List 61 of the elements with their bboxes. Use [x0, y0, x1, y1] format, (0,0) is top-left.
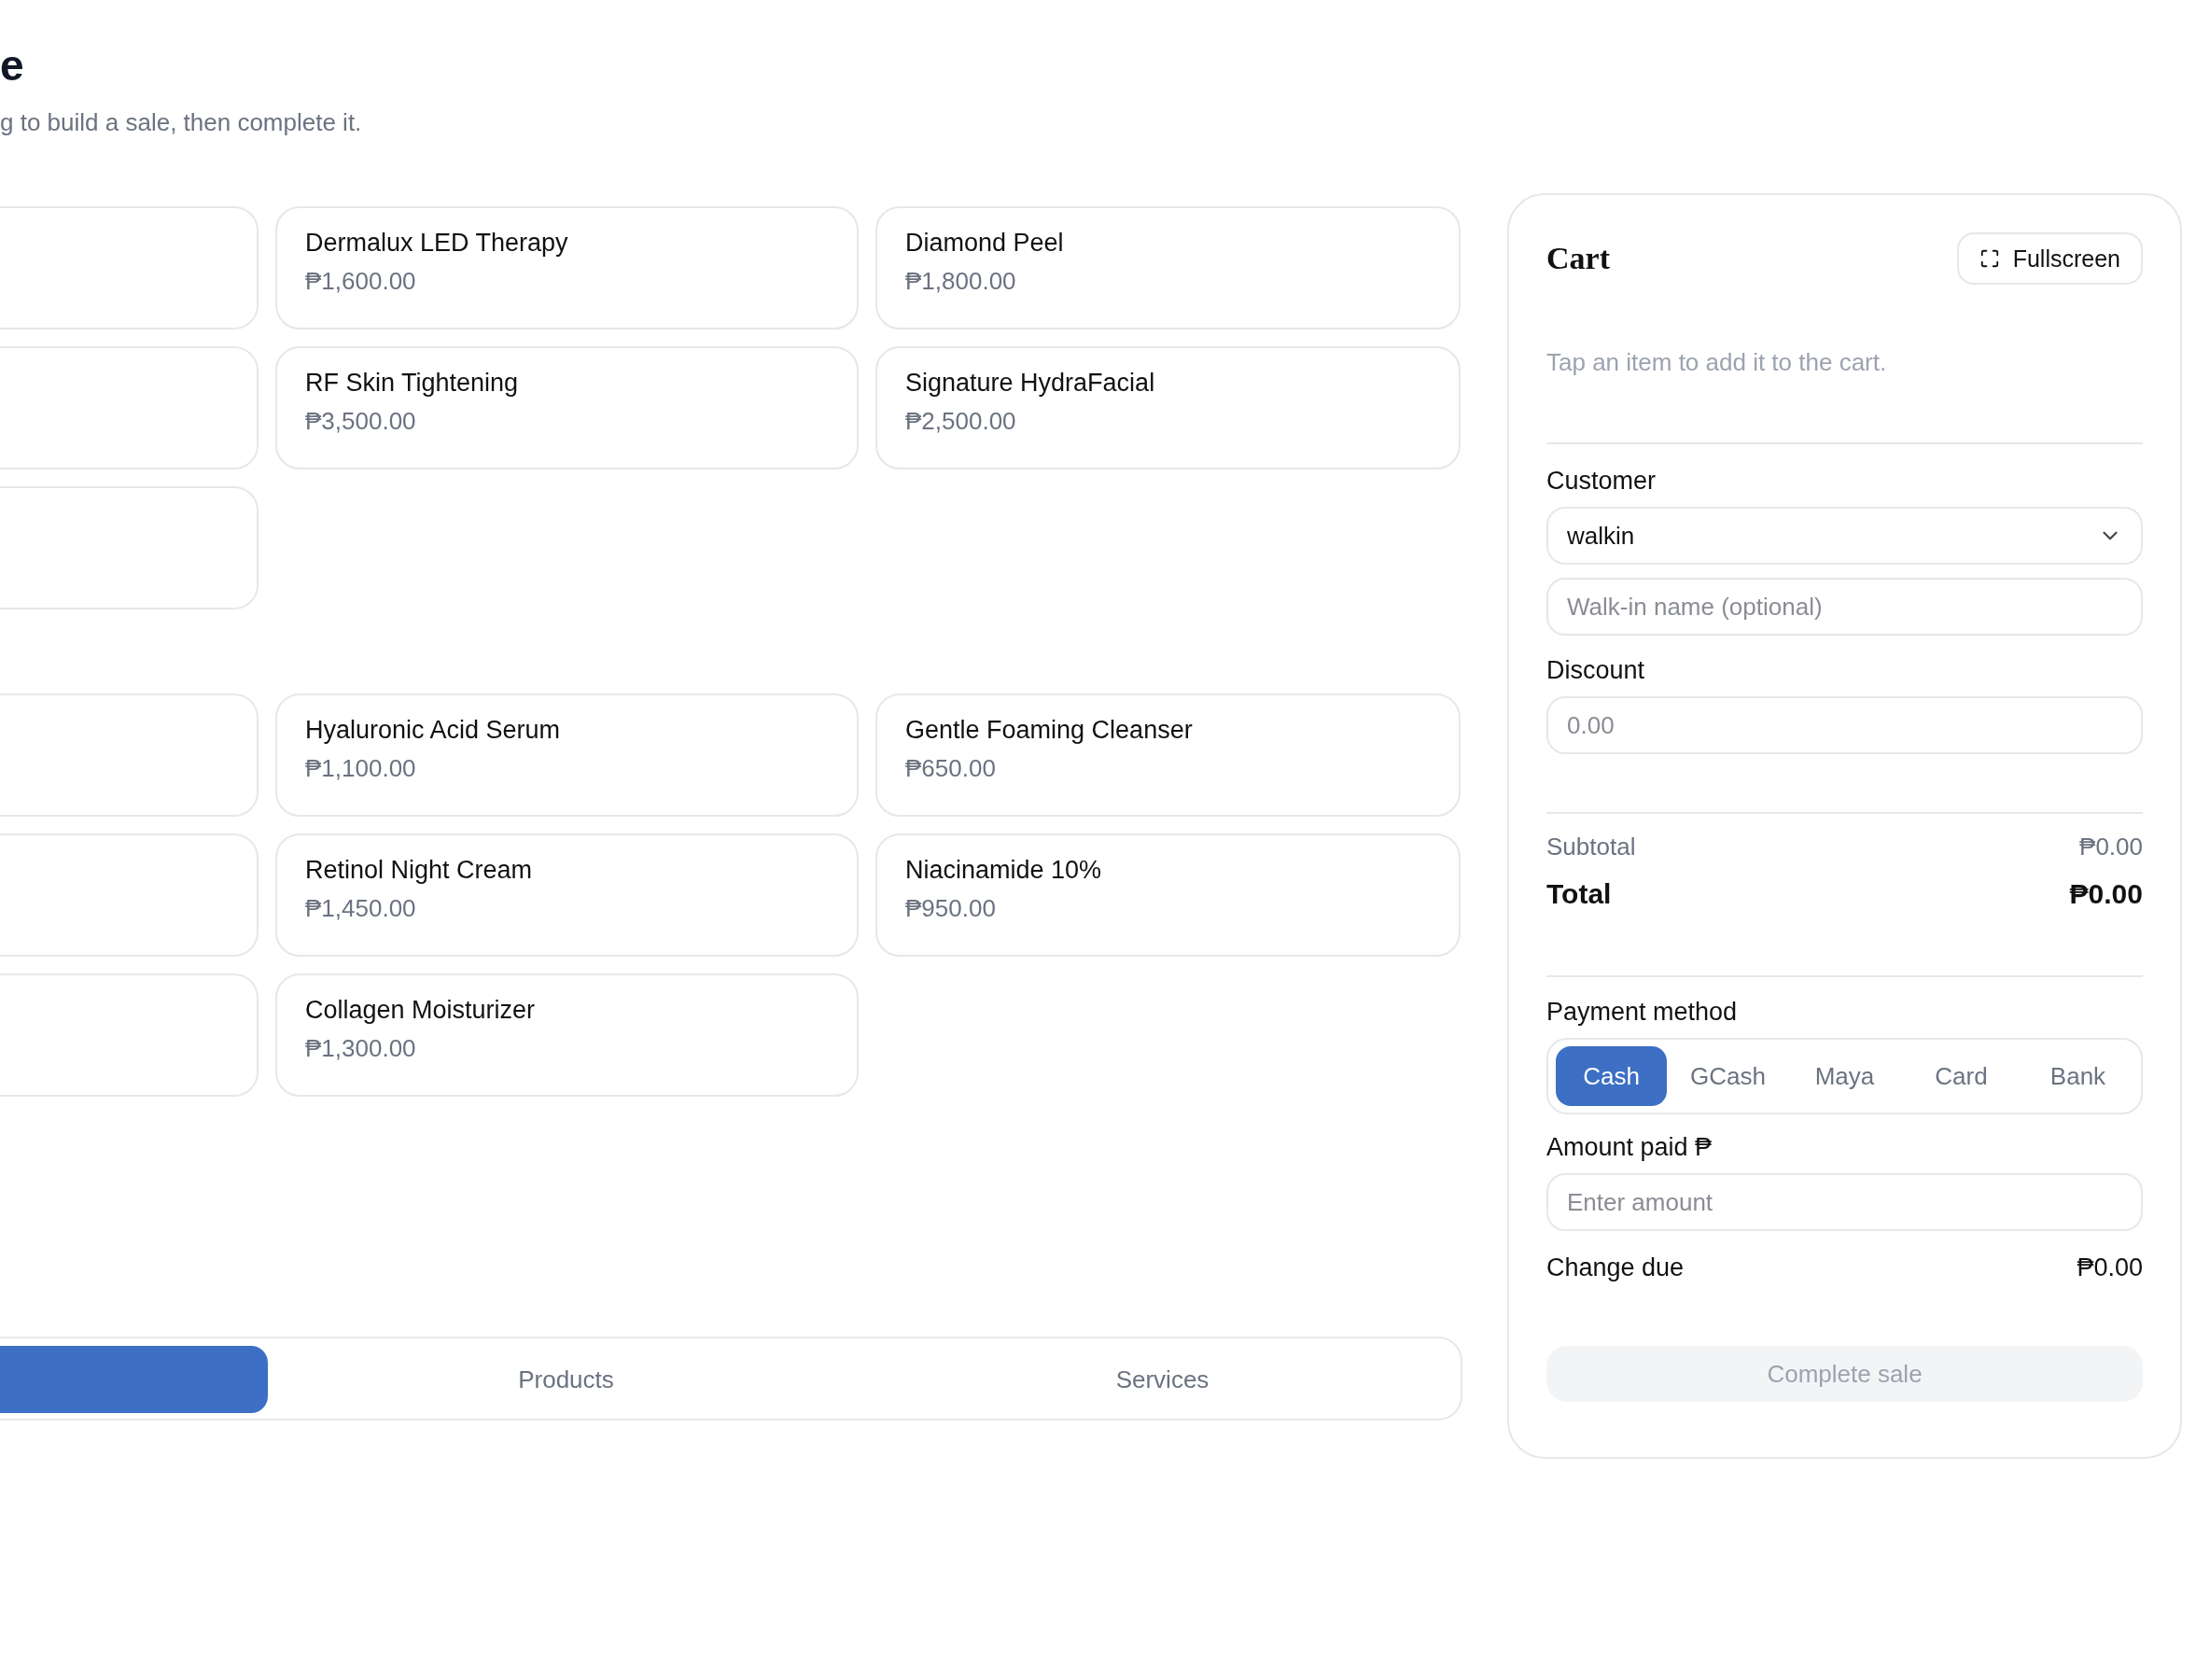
item-card[interactable]: Hyaluronic Acid Serum ₱1,100.00 — [275, 693, 859, 817]
fullscreen-button[interactable]: Fullscreen — [1956, 232, 2143, 285]
empty-cart-message: Tap an item to add it to the cart. — [1546, 348, 1888, 377]
item-card[interactable]: Retinol Night Cream ₱1,450.00 — [275, 833, 859, 957]
amount-paid-field[interactable]: Enter amount — [1546, 1173, 2143, 1231]
item-price: ₱950.00 — [905, 894, 997, 923]
category-tab[interactable]: Services — [864, 1346, 1461, 1413]
item-price: ₱1,600.00 — [305, 267, 417, 296]
item-name: Collagen Moisturizer — [305, 996, 537, 1025]
page-title: e — [0, 40, 25, 91]
change-due-label: Change due — [1546, 1253, 1685, 1282]
item-card[interactable]: RF Skin Tightening ₱3,500.00 — [275, 346, 859, 469]
item-card[interactable]: Niacinamide 10% ₱950.00 — [875, 833, 1461, 957]
amount-paid-label: Amount paid ₱ — [1546, 1133, 1713, 1162]
change-due-value: ₱0.00 — [2077, 1253, 2143, 1282]
payment-method-option[interactable]: Maya — [1789, 1046, 1900, 1106]
walk-in-name-field[interactable]: Walk-in name (optional) — [1546, 578, 2143, 636]
item-price: ₱1,300.00 — [305, 1034, 417, 1063]
item-name: Signature HydraFacial — [905, 369, 1156, 398]
payment-method-option[interactable]: Card — [1906, 1046, 2017, 1106]
subtotal-label: Subtotal — [1546, 833, 1636, 861]
item-name: Retinol Night Cream — [305, 856, 534, 885]
discount-field[interactable]: 0.00 — [1546, 696, 2143, 754]
item-card[interactable]: Diamond Peel ₱1,800.00 — [875, 206, 1461, 329]
expand-icon — [1979, 248, 2000, 269]
item-price: ₱1,100.00 — [305, 754, 417, 783]
payment-method-option[interactable]: GCash — [1672, 1046, 1783, 1106]
item-name: Dermalux LED Therapy — [305, 229, 569, 258]
page-subtitle: g to build a sale, then complete it. — [0, 107, 363, 138]
item-price: ₱2,500.00 — [905, 407, 1017, 436]
item-price: ₱1,450.00 — [305, 894, 417, 923]
discount-label: Discount — [1546, 656, 1646, 685]
item-name: Hyaluronic Acid Serum — [305, 716, 562, 745]
item-card[interactable] — [0, 693, 259, 817]
total-value: ₱0.00 — [2069, 878, 2143, 910]
cart-title: Cart — [1546, 241, 1610, 276]
item-name: Gentle Foaming Cleanser — [905, 716, 1194, 745]
payment-method-option[interactable]: Bank — [2022, 1046, 2133, 1106]
item-price: ₱3,500.00 — [305, 407, 417, 436]
item-card[interactable]: Gentle Foaming Cleanser ₱650.00 — [875, 693, 1461, 817]
item-name: Diamond Peel — [905, 229, 1065, 258]
item-price: ₱650.00 — [905, 754, 997, 783]
category-tab[interactable]: Products — [268, 1346, 864, 1413]
customer-label: Customer — [1546, 467, 1658, 496]
subtotal-value: ₱0.00 — [2079, 833, 2143, 861]
item-card[interactable] — [0, 973, 259, 1097]
item-card[interactable]: Dermalux LED Therapy ₱1,600.00 — [275, 206, 859, 329]
item-name: Niacinamide 10% — [905, 856, 1103, 885]
total-label: Total — [1546, 878, 1612, 910]
customer-select[interactable]: walkin — [1546, 507, 2143, 565]
payment-method-option[interactable]: Cash — [1556, 1046, 1667, 1106]
item-card[interactable] — [0, 346, 259, 469]
item-card[interactable] — [0, 486, 259, 609]
item-card[interactable]: Signature HydraFacial ₱2,500.00 — [875, 346, 1461, 469]
item-card[interactable] — [0, 833, 259, 957]
category-tab[interactable] — [0, 1346, 268, 1413]
item-price: ₱1,800.00 — [905, 267, 1017, 296]
item-name: RF Skin Tightening — [305, 369, 520, 398]
item-card[interactable]: Collagen Moisturizer ₱1,300.00 — [275, 973, 859, 1097]
item-card[interactable] — [0, 206, 259, 329]
payment-method-label: Payment method — [1546, 998, 1739, 1027]
